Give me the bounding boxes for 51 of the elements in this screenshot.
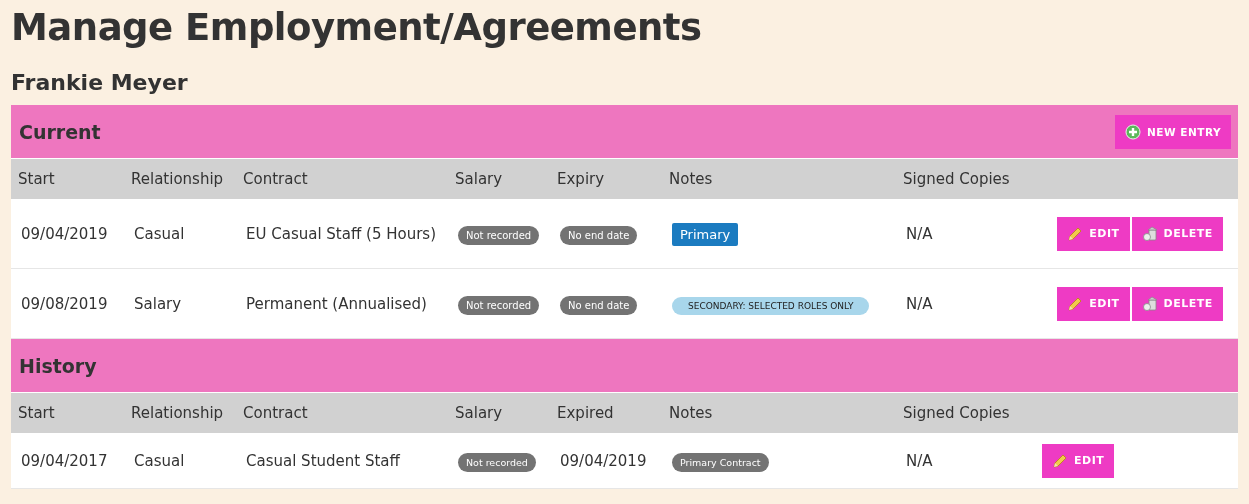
pencil-icon [1067, 295, 1084, 312]
column-header: Contract [236, 159, 448, 199]
edit-button[interactable]: EDIT [1057, 216, 1130, 251]
table-cell: Permanent (Annualised) [246, 294, 427, 313]
section-title: History [19, 354, 97, 377]
column-header: Relationship [124, 159, 236, 199]
delete-button[interactable]: DELETE [1131, 286, 1223, 321]
table-cell: 09/04/2019 [21, 224, 108, 243]
table-cell: Casual [134, 451, 185, 470]
trash-icon [1141, 225, 1158, 242]
table-cell: N/A [906, 451, 933, 470]
column-header: Contract [236, 393, 448, 433]
status-badge: No end date [560, 225, 638, 245]
delete-button[interactable]: DELETE [1131, 216, 1223, 251]
trash-icon [1141, 295, 1158, 312]
column-header: Notes [662, 393, 896, 433]
column-header: Relationship [124, 393, 236, 433]
column-header: Salary [448, 159, 550, 199]
note-badge: SECONDARY: SELECTED ROLES ONLY [672, 296, 870, 315]
status-badge: Not recorded [458, 295, 540, 315]
status-badge: Not recorded [458, 452, 536, 472]
person-name: Frankie Meyer [11, 69, 189, 97]
edit-button[interactable]: EDIT [1042, 443, 1115, 478]
status-badge: Primary Contract [672, 452, 769, 472]
status-badge: No end date [560, 295, 638, 315]
column-header: Salary [448, 393, 550, 433]
table-cell: 09/04/2019 [560, 451, 647, 470]
edit-button[interactable]: EDIT [1057, 286, 1130, 321]
table-cell: N/A [906, 294, 933, 313]
new-entry-button[interactable]: NEW ENTRY [1115, 114, 1231, 149]
table-cell: Salary [134, 294, 182, 313]
table-cell: EU Casual Staff (5 Hours) [246, 224, 436, 243]
table-cell: 09/08/2019 [21, 294, 108, 313]
column-header: Notes [662, 159, 896, 199]
pencil-icon [1052, 452, 1068, 469]
table-cell: N/A [906, 224, 933, 243]
pencil-icon [1067, 225, 1084, 242]
table-cell: Casual Student Staff [246, 451, 400, 470]
column-header: Expiry [550, 159, 662, 199]
table-cell: 09/04/2017 [21, 451, 108, 470]
column-header: Expired [550, 393, 662, 433]
note-badge: Primary [672, 222, 739, 246]
column-header: Signed Copies [896, 393, 1032, 433]
section-title: Current [19, 120, 101, 143]
column-header: Start [11, 393, 124, 433]
plus-circle-icon [1125, 123, 1142, 140]
table-cell: Casual [134, 224, 185, 243]
status-badge: Not recorded [458, 225, 540, 245]
column-header: Signed Copies [896, 159, 1032, 199]
page-title: Manage Employment/Agreements [11, 5, 703, 51]
column-header: Start [11, 159, 124, 199]
